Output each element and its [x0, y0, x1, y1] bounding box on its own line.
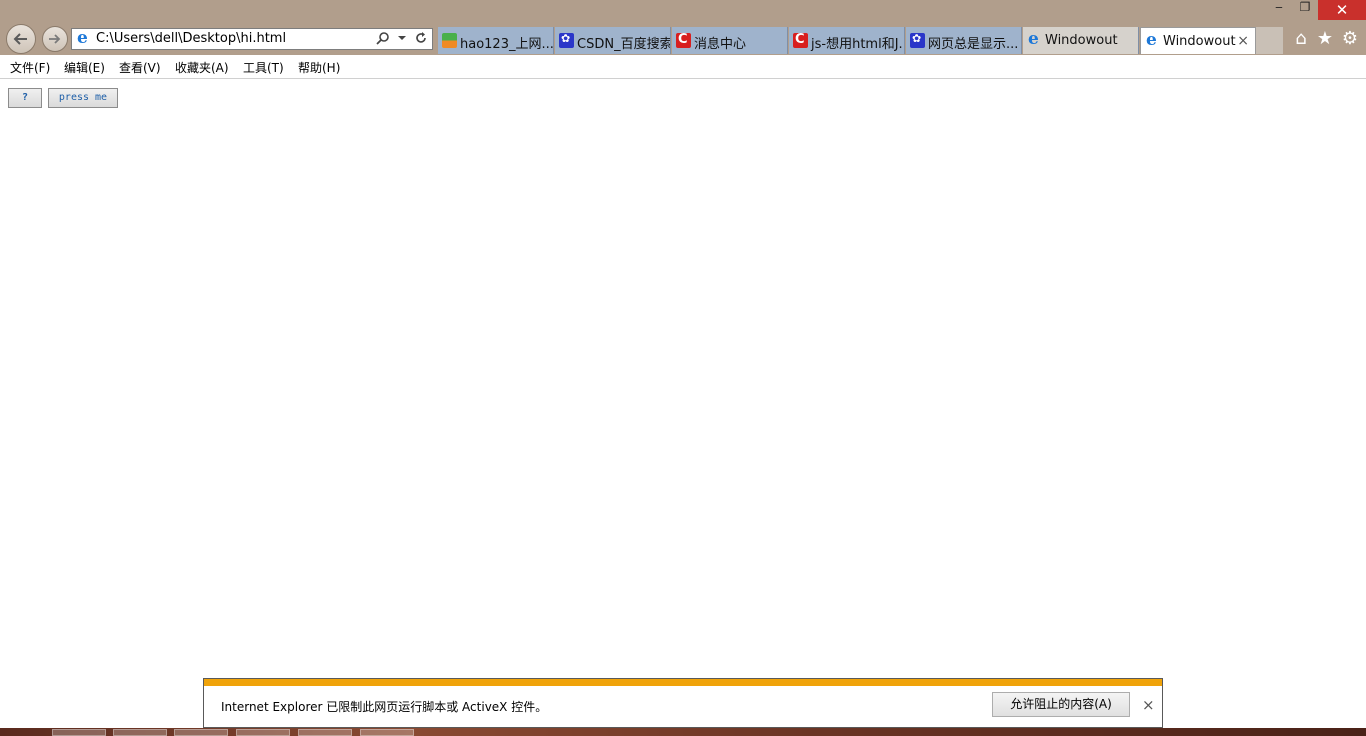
csdn-c-icon — [676, 32, 691, 48]
browser-titlebar: ‒ ❐ ✕ C:\Users\dell\Desktop\hi.html ha — [0, 0, 1366, 55]
forward-arrow-icon — [49, 34, 61, 44]
forward-button[interactable] — [42, 26, 68, 52]
tab-label: 网页总是显示... — [928, 37, 1019, 52]
tab-message-center[interactable]: 消息中心 — [672, 27, 788, 54]
taskbar-item[interactable] — [236, 729, 290, 736]
tab-windowout-active[interactable]: Windowout × — [1140, 27, 1256, 54]
tab-windowout[interactable]: Windowout — [1023, 27, 1139, 54]
taskbar — [0, 728, 1366, 736]
menu-file[interactable]: 文件(F) — [10, 59, 50, 76]
csdn-c-icon — [793, 32, 808, 48]
tab-label: Windowout — [1163, 34, 1236, 49]
search-icon[interactable] — [376, 31, 390, 49]
ie-icon — [1145, 30, 1160, 50]
menu-edit[interactable]: 编辑(E) — [64, 59, 105, 76]
tab-js-question[interactable]: js-想用html和J... — [789, 27, 905, 54]
tab-close-icon[interactable]: × — [1237, 33, 1249, 49]
ie-icon — [1027, 29, 1042, 49]
press-me-button[interactable]: press me — [48, 88, 118, 108]
address-text[interactable]: C:\Users\dell\Desktop\hi.html — [96, 31, 286, 46]
home-icon[interactable]: ⌂ — [1291, 29, 1311, 49]
menu-bar: 文件(F) 编辑(E) 查看(V) 收藏夹(A) 工具(T) 帮助(H) — [0, 55, 1366, 79]
menu-view[interactable]: 查看(V) — [119, 59, 161, 76]
address-bar[interactable]: C:\Users\dell\Desktop\hi.html — [71, 28, 433, 50]
minimize-button[interactable]: ‒ — [1266, 0, 1292, 20]
notification-close-icon[interactable]: × — [1142, 696, 1155, 714]
tab-label: Windowout — [1045, 33, 1118, 48]
baidu-paw-icon — [910, 32, 925, 48]
settings-gear-icon[interactable]: ⚙ — [1340, 29, 1360, 49]
taskbar-item[interactable] — [360, 729, 414, 736]
menu-favorites[interactable]: 收藏夹(A) — [175, 59, 229, 76]
back-arrow-icon — [13, 33, 27, 45]
refresh-icon[interactable] — [414, 31, 428, 49]
tab-webpage-display[interactable]: 网页总是显示... — [906, 27, 1022, 54]
notification-message: Internet Explorer 已限制此网页运行脚本或 ActiveX 控件… — [221, 700, 548, 714]
baidu-paw-icon — [559, 32, 574, 48]
tab-label: CSDN_百度搜索 — [577, 37, 671, 52]
menu-help[interactable]: 帮助(H) — [298, 59, 340, 76]
address-dropdown-icon[interactable] — [397, 31, 406, 49]
window-close-button[interactable]: ✕ — [1318, 0, 1366, 20]
question-button[interactable]: ? — [8, 88, 42, 108]
maximize-button[interactable]: ❐ — [1292, 0, 1318, 20]
hao123-icon — [442, 33, 457, 48]
allow-blocked-content-button[interactable]: 允许阻止的内容(A) — [992, 692, 1130, 717]
back-button[interactable] — [6, 24, 36, 54]
favorites-star-icon[interactable]: ★ — [1315, 29, 1335, 49]
page-favicon-icon — [76, 28, 90, 48]
menu-tools[interactable]: 工具(T) — [243, 59, 284, 76]
tab-label: hao123_上网... — [460, 37, 554, 52]
security-notification-bar: Internet Explorer 已限制此网页运行脚本或 ActiveX 控件… — [203, 678, 1163, 728]
tab-label: js-想用html和J... — [811, 37, 905, 52]
new-tab-button[interactable] — [1256, 27, 1283, 54]
taskbar-item[interactable] — [174, 729, 228, 736]
tab-csdn-baidu-search[interactable]: CSDN_百度搜索 — [555, 27, 671, 54]
taskbar-item[interactable] — [52, 729, 106, 736]
tab-label: 消息中心 — [694, 37, 747, 52]
taskbar-item[interactable] — [298, 729, 352, 736]
tab-hao123[interactable]: hao123_上网... — [438, 27, 554, 54]
taskbar-item-ie[interactable] — [113, 729, 167, 736]
notification-stripe — [204, 679, 1162, 686]
